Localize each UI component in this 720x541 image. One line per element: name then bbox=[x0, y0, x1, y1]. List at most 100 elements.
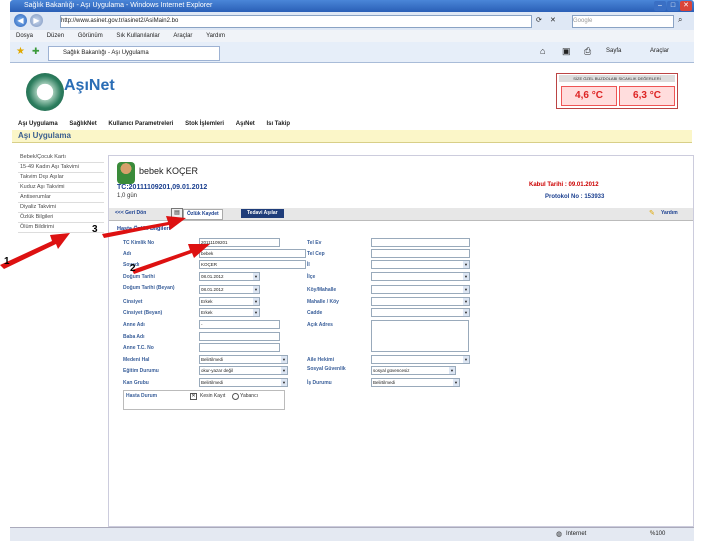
nav-asinet[interactable]: AşıNet bbox=[236, 121, 255, 127]
fridge-temperature-panel: SİZE ÖZEL BUZDOLABI SICAKLIK DEĞERLERİ 4… bbox=[556, 73, 678, 109]
chevron-down-icon: ▼ bbox=[281, 367, 287, 374]
tedavi-asilar-tab[interactable]: Tedavi Aşılar bbox=[241, 209, 284, 218]
page-header: Aşı Uygulama bbox=[12, 130, 692, 143]
cinsiyet-beyan-select[interactable]: Erkek ▼ bbox=[199, 308, 260, 317]
label-koy-mahalle: Köy/Mahalle bbox=[307, 287, 337, 293]
refresh-icon[interactable]: ⟳ bbox=[536, 16, 542, 24]
label-il: İl bbox=[307, 262, 310, 268]
ilce-select[interactable]: ▼ bbox=[371, 272, 470, 281]
sidebar-item-takvim-disi-asilar[interactable]: Takvim Dışı Aşılar bbox=[18, 173, 104, 183]
il-select[interactable]: ▼ bbox=[371, 260, 470, 269]
menu-item-tools[interactable]: Araçlar bbox=[173, 33, 192, 39]
label-cinsiyet: Cinsiyet bbox=[123, 299, 143, 305]
nav-asi-uygulama[interactable]: Aşı Uygulama bbox=[18, 121, 58, 127]
marker-3: 3 bbox=[92, 224, 98, 235]
sidebar-item-kuduz-asi-takvimi[interactable]: Kuduz Aşı Takvimi bbox=[18, 183, 104, 193]
home-icon[interactable]: ⌂ bbox=[540, 46, 545, 56]
yabanci-label: Yabancı bbox=[240, 393, 258, 399]
forward-icon[interactable]: ▶ bbox=[30, 14, 43, 27]
cadde-select[interactable]: ▼ bbox=[371, 308, 470, 317]
nav-stok-islemleri[interactable]: Stok İşlemleri bbox=[185, 121, 224, 127]
temperature-caption: SİZE ÖZEL BUZDOLABI SICAKLIK DEĞERLERİ bbox=[559, 75, 675, 82]
globe-icon: ◍ bbox=[556, 531, 563, 538]
tools-menu-button[interactable]: Araçlar bbox=[650, 48, 669, 54]
label-acik-adres: Açık Adres bbox=[307, 322, 333, 328]
is-durumu-select[interactable]: Belirtilmedi ▼ bbox=[371, 378, 460, 387]
yabanci-radio[interactable] bbox=[232, 393, 239, 400]
tel-cep-input[interactable] bbox=[371, 249, 470, 258]
favorites-star-icon[interactable]: ★ bbox=[16, 46, 25, 57]
menu-item-help[interactable]: Yardım bbox=[206, 33, 225, 39]
page-content: AşıNet SİZE ÖZEL BUZDOLABI SICAKLIK DEĞE… bbox=[12, 63, 694, 527]
patient-age: 1,0 gün bbox=[117, 193, 138, 199]
label-tel-cep: Tel Cep bbox=[307, 251, 325, 257]
menu-item-view[interactable]: Görünüm bbox=[78, 33, 103, 39]
dogum-tarihi-beyan-value: 08.01.2012 bbox=[201, 287, 224, 292]
feeds-icon[interactable]: ▣ bbox=[562, 46, 571, 57]
add-favorite-icon[interactable]: ✚ bbox=[32, 46, 40, 57]
medeni-hal-select[interactable]: Belirtilmedi ▼ bbox=[199, 355, 288, 364]
kan-grubu-value: Belirtilmedi bbox=[201, 380, 224, 385]
chevron-down-icon: ▼ bbox=[253, 298, 259, 305]
page-menu-button[interactable]: Sayfa bbox=[606, 48, 621, 54]
marker-2: 2 bbox=[130, 263, 136, 274]
chevron-down-icon: ▼ bbox=[463, 356, 469, 363]
sidebar-item-antiserumlar[interactable]: Antiserumlar bbox=[18, 193, 104, 203]
window-titlebar: Sağlık Bakanlığı - Aşı Uygulama - Window… bbox=[10, 0, 694, 12]
print-icon[interactable]: ⎙ bbox=[584, 46, 591, 57]
baba-adi-input[interactable] bbox=[199, 332, 280, 341]
anne-adi-input[interactable]: - bbox=[199, 320, 280, 329]
acik-adres-textarea[interactable] bbox=[371, 320, 469, 352]
kesin-kayit-checkbox[interactable]: ✕ bbox=[190, 393, 197, 400]
chevron-down-icon: ▼ bbox=[253, 273, 259, 280]
menu-item-edit[interactable]: Düzen bbox=[47, 33, 64, 39]
chevron-down-icon: ▼ bbox=[463, 261, 469, 268]
help-icon[interactable]: ✎ bbox=[649, 209, 655, 217]
temperature-value-1: 4,6 °C bbox=[561, 86, 617, 106]
nav-sagliknet[interactable]: SağlıkNet bbox=[69, 121, 96, 127]
maximize-button[interactable]: □ bbox=[667, 1, 679, 11]
sidebar-item-bebek-cocuk-karti[interactable]: Bebek/Çocuk Kartı bbox=[18, 153, 104, 163]
close-button[interactable]: ✕ bbox=[680, 1, 692, 11]
menu-item-favorites[interactable]: Sık Kullanılanlar bbox=[116, 33, 159, 39]
tab-label: Sağlık Bakanlığı - Aşı Uygulama bbox=[63, 50, 149, 56]
is-durumu-value: Belirtilmedi bbox=[373, 380, 396, 385]
zoom-level[interactable]: %100 bbox=[650, 528, 665, 541]
sidebar: Bebek/Çocuk Kartı 15-49 Kadın Aşı Takvim… bbox=[18, 153, 104, 233]
stop-icon[interactable]: ✕ bbox=[550, 16, 556, 24]
egitim-durumu-select[interactable]: okur-yazar değil ▼ bbox=[199, 366, 288, 375]
dogum-tarihi-beyan-select[interactable]: 08.01.2012 ▼ bbox=[199, 285, 260, 294]
page-title: Aşı Uygulama bbox=[18, 131, 71, 140]
egitim-durumu-value: okur-yazar değil bbox=[201, 368, 234, 373]
sosyal-guvenlik-select[interactable]: sosyal güvencesiz ▼ bbox=[371, 366, 456, 375]
back-icon[interactable]: ◀ bbox=[14, 14, 27, 27]
browser-tab[interactable]: Sağlık Bakanlığı - Aşı Uygulama bbox=[48, 46, 220, 61]
mahalle-koy-select[interactable]: ▼ bbox=[371, 297, 470, 306]
sidebar-item-diyaliz-takvimi[interactable]: Diyaliz Takvimi bbox=[18, 203, 104, 213]
nav-isi-takip[interactable]: Isı Takip bbox=[266, 121, 290, 127]
label-cadde: Cadde bbox=[307, 310, 323, 316]
tel-ev-input[interactable] bbox=[371, 238, 470, 247]
patient-name: bebek KOÇER bbox=[139, 166, 199, 176]
address-input[interactable]: http://www.asinet.gov.tr/asinet2/AsiMain… bbox=[60, 15, 532, 28]
search-icon[interactable]: ⌕ bbox=[678, 15, 682, 25]
label-tel-ev: Tel Ev bbox=[307, 240, 322, 246]
chevron-down-icon: ▼ bbox=[449, 367, 455, 374]
label-anne-adi: Anne Adı bbox=[123, 322, 145, 328]
anne-tc-input[interactable] bbox=[199, 343, 280, 352]
search-input[interactable]: Google bbox=[572, 15, 674, 28]
patient-avatar-icon bbox=[117, 162, 135, 184]
aile-hekimi-select[interactable]: ▼ bbox=[371, 355, 470, 364]
menu-item-file[interactable]: Dosya bbox=[16, 33, 33, 39]
sidebar-item-ozluk-bilgileri[interactable]: Özlük Bilgileri bbox=[18, 213, 104, 223]
cinsiyet-select[interactable]: Erkek ▼ bbox=[199, 297, 260, 306]
nav-kullanici-parametreleri[interactable]: Kullanıcı Parametreleri bbox=[108, 121, 173, 127]
label-sosyal-guvenlik: Sosyal Güvenlik bbox=[307, 366, 346, 372]
kan-grubu-select[interactable]: Belirtilmedi ▼ bbox=[199, 378, 288, 387]
koy-mahalle-select[interactable]: ▼ bbox=[371, 285, 470, 294]
minimize-button[interactable]: – bbox=[654, 1, 666, 11]
label-aile-hekimi: Aile Hekimi bbox=[307, 357, 334, 363]
help-button[interactable]: Yardım bbox=[661, 209, 678, 218]
chevron-down-icon: ▼ bbox=[453, 379, 459, 386]
sidebar-item-kadin-asi-takvimi[interactable]: 15-49 Kadın Aşı Takvimi bbox=[18, 163, 104, 173]
